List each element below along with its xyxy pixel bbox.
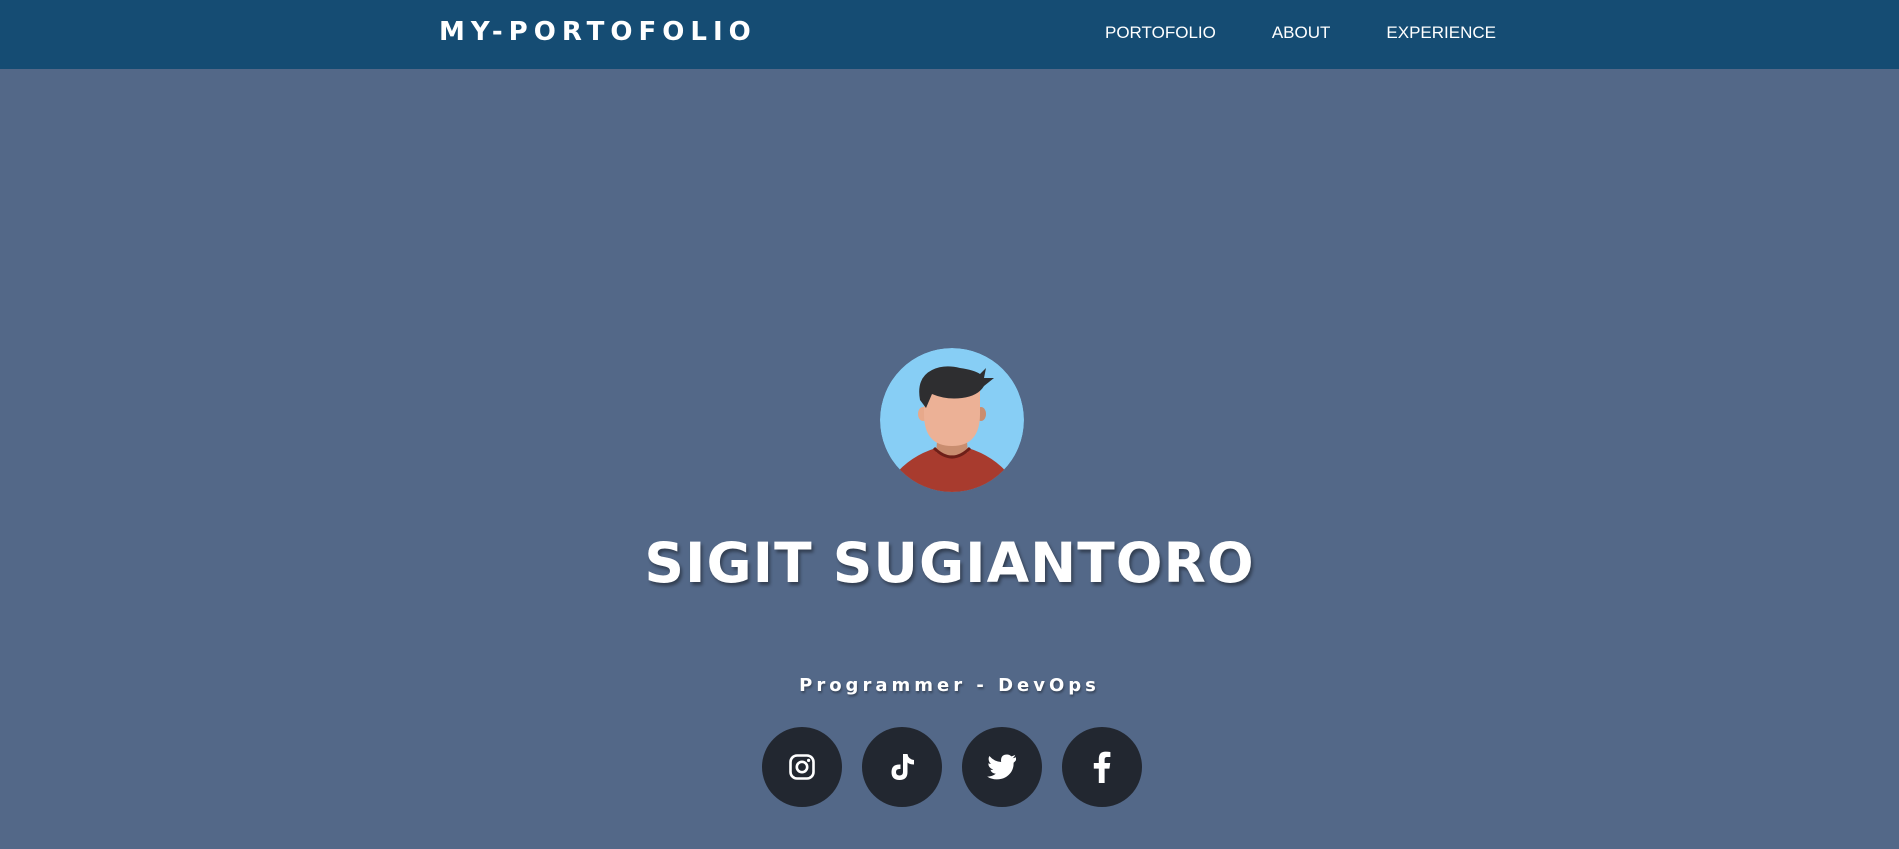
nav-item-portofolio: PORTOFOLIO xyxy=(1105,23,1216,43)
nav-item-experience: EXPERIENCE xyxy=(1386,23,1496,43)
facebook-button[interactable] xyxy=(1062,727,1142,807)
twitter-button[interactable] xyxy=(962,727,1042,807)
facebook-icon xyxy=(1093,751,1111,783)
nav-link-about[interactable]: ABOUT xyxy=(1272,23,1331,42)
hero-name: SIGIT SUGIANTORO xyxy=(644,531,1255,595)
person-avatar-icon xyxy=(880,348,1024,492)
twitter-icon xyxy=(987,754,1016,780)
avatar xyxy=(880,348,1024,492)
tiktok-button[interactable] xyxy=(862,727,942,807)
nav-menu: PORTOFOLIO ABOUT EXPERIENCE xyxy=(1105,23,1496,43)
nav-item-about: ABOUT xyxy=(1272,23,1331,43)
nav-link-portofolio[interactable]: PORTOFOLIO xyxy=(1105,23,1216,42)
social-links xyxy=(762,727,1142,807)
nav-link-experience[interactable]: EXPERIENCE xyxy=(1386,23,1496,42)
hero-role: Programmer - DevOps xyxy=(799,675,1100,696)
brand-logo-link[interactable]: MY-PORTOFOLIO xyxy=(439,17,757,47)
tiktok-icon xyxy=(891,754,914,780)
hero-section: SIGIT SUGIANTORO Programmer - DevOps xyxy=(0,69,1899,849)
instagram-button[interactable] xyxy=(762,727,842,807)
navbar: MY-PORTOFOLIO PORTOFOLIO ABOUT EXPERIENC… xyxy=(0,0,1899,69)
instagram-icon xyxy=(789,754,815,780)
